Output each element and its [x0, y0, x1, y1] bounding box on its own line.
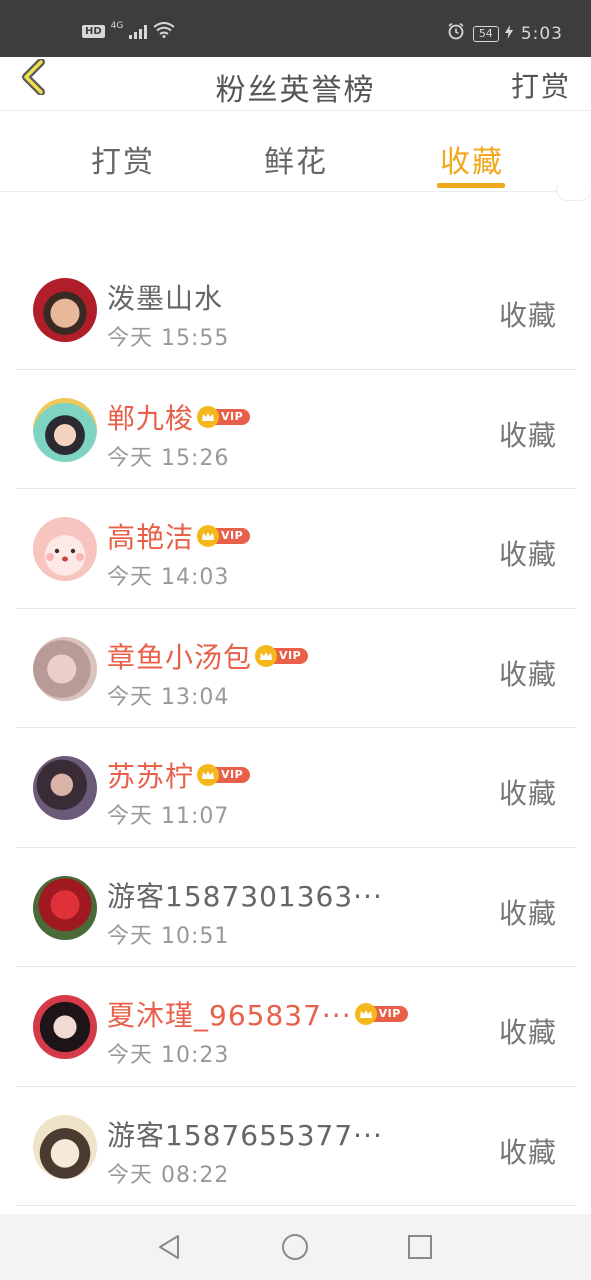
list-item[interactable]: 郸九梭 VIP 今天 15:26 收藏	[0, 370, 591, 490]
home-circle-icon	[282, 1234, 308, 1260]
user-name: 泼墨山水	[107, 282, 224, 315]
crown-icon	[197, 405, 220, 428]
list-item[interactable]: 游客1587655377··· 今天 08:22 收藏	[0, 1087, 591, 1207]
action-label: 收藏	[498, 1016, 557, 1049]
user-name: 郸九梭	[107, 401, 195, 435]
fan-list: 泼墨山水 今天 15:55 收藏 郸九梭 VIP 今天 15:26 收藏 高艳洁…	[0, 250, 591, 1206]
list-item[interactable]: 泼墨山水 今天 15:55 收藏	[0, 250, 591, 370]
recents-square-icon	[408, 1235, 432, 1259]
crown-icon	[255, 644, 278, 667]
action-label: 收藏	[498, 896, 557, 930]
tab-favorites[interactable]: 收藏	[440, 137, 504, 181]
tab-bar: 打赏 鲜花 收藏	[0, 111, 591, 192]
action-label: 收藏	[498, 777, 557, 810]
action-label: 收藏	[498, 418, 557, 452]
tab-reward[interactable]: 打赏	[91, 137, 155, 181]
vip-badge: VIP	[197, 764, 251, 786]
avatar	[33, 756, 97, 820]
name-line: 高艳洁 VIP	[107, 516, 251, 556]
avatar	[33, 517, 97, 581]
corner-decoration	[556, 186, 591, 201]
timestamp: 今天 15:26	[107, 445, 230, 471]
timestamp: 今天 11:07	[107, 804, 230, 829]
vip-badge: VIP	[354, 1003, 408, 1025]
tab-flowers[interactable]: 鲜花	[264, 137, 328, 181]
clock: 5:03	[520, 23, 563, 44]
list-item[interactable]: 苏苏柠 VIP 今天 11:07 收藏	[0, 728, 591, 848]
timestamp: 今天 10:51	[107, 923, 230, 949]
avatar	[33, 397, 97, 462]
home-button[interactable]	[281, 1233, 309, 1261]
action-label: 收藏	[498, 538, 557, 571]
signal-icon	[129, 24, 148, 39]
name-line: 夏沐瑾_965837··· VIP	[107, 994, 408, 1034]
avatar	[33, 875, 97, 940]
list-item[interactable]: 夏沐瑾_965837··· VIP 今天 10:23 收藏	[0, 967, 591, 1087]
user-name: 夏沐瑾_965837···	[107, 999, 352, 1032]
recents-button[interactable]	[406, 1233, 434, 1261]
network-type-label: 4G	[110, 20, 124, 31]
back-triangle-button[interactable]	[155, 1233, 183, 1261]
name-line: 苏苏柠 VIP	[107, 755, 251, 795]
crown-icon	[354, 1003, 377, 1025]
wifi-icon	[153, 22, 175, 41]
battery-indicator: 54	[472, 24, 513, 44]
nav-bar: 粉丝英誉榜 打赏	[0, 57, 591, 111]
avatar	[33, 636, 97, 701]
avatar	[33, 1114, 97, 1179]
action-label: 收藏	[498, 299, 557, 332]
cartoon-face-icon	[46, 548, 84, 562]
battery-level: 54	[472, 25, 499, 42]
alarm-icon	[447, 22, 465, 45]
status-left: HD 4G	[82, 20, 175, 41]
vip-badge: VIP	[197, 405, 251, 428]
action-label: 收藏	[498, 1135, 557, 1169]
name-line: 泼墨山水	[107, 277, 223, 317]
user-name: 苏苏柠	[107, 760, 195, 793]
charging-icon	[504, 24, 513, 44]
timestamp: 今天 08:22	[107, 1162, 230, 1188]
list-item[interactable]: 高艳洁 VIP 今天 14:03 收藏	[0, 489, 591, 609]
user-name: 游客1587655377···	[107, 1118, 383, 1152]
list-item[interactable]: 游客1587301363··· 今天 10:51 收藏	[0, 848, 591, 968]
status-bar: HD 4G 54 5:03	[0, 0, 591, 57]
back-triangle-icon	[159, 1235, 179, 1259]
timestamp: 今天 13:04	[107, 684, 230, 710]
active-tab-indicator	[437, 183, 505, 188]
name-line: 游客1587301363···	[107, 875, 383, 915]
crown-icon	[197, 764, 220, 786]
name-line: 章鱼小汤包 VIP	[107, 636, 309, 676]
system-nav-bar	[0, 1214, 591, 1280]
name-line: 游客1587655377···	[107, 1114, 383, 1154]
page-title: 粉丝英誉榜	[215, 73, 376, 108]
user-name: 游客1587301363···	[107, 879, 383, 913]
user-name: 章鱼小汤包	[107, 640, 253, 674]
crown-icon	[197, 525, 220, 547]
timestamp: 今天 10:23	[107, 1043, 230, 1068]
action-label: 收藏	[498, 657, 557, 691]
vip-badge: VIP	[255, 644, 309, 667]
hd-icon: HD	[82, 25, 105, 38]
avatar	[33, 995, 97, 1059]
status-right: 54 5:03	[447, 22, 563, 45]
vip-badge: VIP	[197, 525, 251, 547]
timestamp: 今天 14:03	[107, 565, 230, 590]
user-name: 高艳洁	[107, 521, 195, 554]
timestamp: 今天 15:55	[107, 326, 230, 351]
reward-button[interactable]: 打赏	[511, 65, 571, 105]
avatar	[33, 278, 97, 342]
name-line: 郸九梭 VIP	[107, 397, 251, 437]
list-item[interactable]: 章鱼小汤包 VIP 今天 13:04 收藏	[0, 609, 591, 729]
